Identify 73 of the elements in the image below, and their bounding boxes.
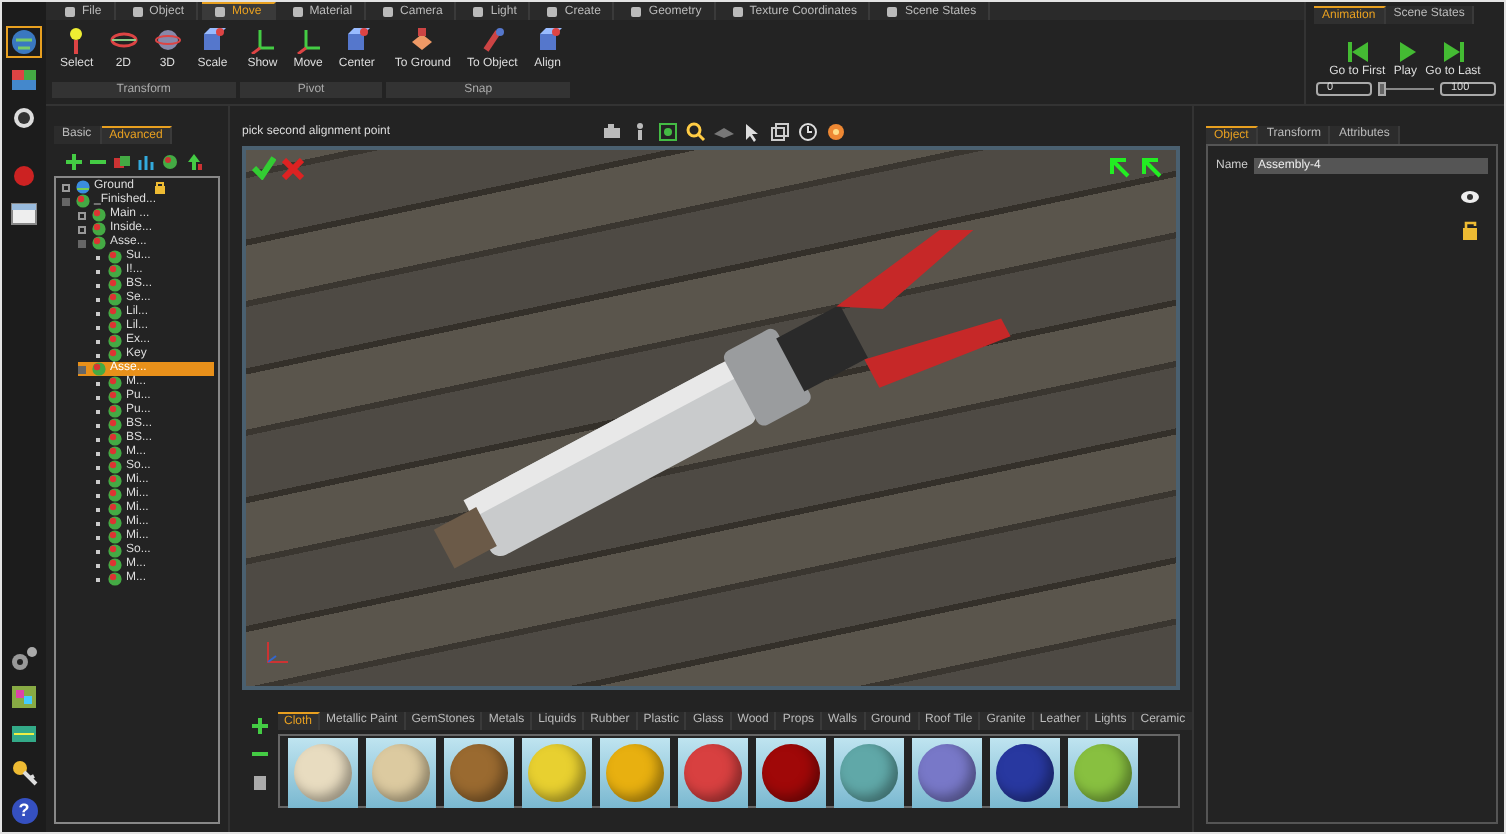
pointer-icon [742,122,762,142]
colorful-grid-icon [10,683,38,709]
bulb-icon [826,122,846,142]
tab-icon [472,5,485,17]
skip-back-icon [1345,40,1370,64]
tab-icon [886,5,899,17]
minus-icon [252,746,268,762]
sphere-icon [162,154,178,170]
copy-icon [770,122,790,142]
slider-thumb[interactable] [1377,82,1385,96]
view-tool-button[interactable] [770,122,790,142]
view-tool-button[interactable] [602,122,622,142]
unlocked-icon [1462,220,1480,240]
help-button[interactable]: ? [11,798,37,824]
add-icon [252,718,268,734]
view-tool-button[interactable] [658,122,678,142]
bars-icon [138,154,154,170]
palette-icon [10,68,38,92]
window-button[interactable] [6,198,42,230]
confirm-check-icon [252,156,276,180]
collapse-icon[interactable] [78,239,86,247]
tab-icon [214,6,227,18]
tab-icon [131,5,144,17]
view-tool-button[interactable] [742,122,762,142]
add-icon [66,154,82,170]
gears-button[interactable] [6,642,42,674]
view-tool-button[interactable] [826,122,846,142]
trash-icon [252,774,268,790]
tree-tool-button[interactable] [138,154,154,170]
tab-icon [382,5,395,17]
tree-tool-button[interactable] [162,154,178,170]
clock-icon [798,122,818,142]
gears-icon [10,644,38,672]
tab-icon [291,5,304,17]
collapse-icon[interactable] [62,197,70,205]
globe-tool-button[interactable] [6,26,42,58]
plane-icon [714,122,734,142]
skip-forward-icon [1441,40,1465,64]
tree-tool-button[interactable] [90,154,106,170]
eye-icon [1460,190,1480,204]
sphere-icon [12,106,36,130]
globe-icon [10,28,38,56]
tab-icon [630,5,643,17]
cube-icon [342,26,371,54]
axes-gizmo-icon [262,638,290,666]
material-tool-button[interactable] [252,718,268,734]
axes-icon [294,26,323,54]
minus-icon [90,154,106,170]
zoom-icon [686,122,706,142]
globe-icon [76,180,90,194]
camera-icon [602,122,622,142]
cubes-icon [114,154,130,170]
tree-tool-button[interactable] [66,154,82,170]
key-icon [10,758,38,786]
dot-icon [12,164,36,188]
palette-tool-button[interactable] [6,64,42,96]
timeline-slider[interactable] [1377,82,1433,96]
cancel-x-icon [282,158,304,180]
tree-tool-button[interactable] [186,154,202,170]
tree-tool-button[interactable] [114,154,130,170]
material-tool-button[interactable] [252,774,268,790]
arrow-up-icon [186,154,202,170]
tab-icon [731,5,744,17]
orbit-icon [153,26,182,54]
material-tool-button[interactable] [252,746,268,762]
view-tool-button[interactable] [686,122,706,142]
expand-icon[interactable] [62,183,70,191]
tab-icon [64,5,76,17]
cube-icon [198,26,227,54]
fit-icon [658,122,678,142]
axes-icon [248,26,277,54]
window-icon [10,202,38,226]
tab-icon [546,5,559,17]
